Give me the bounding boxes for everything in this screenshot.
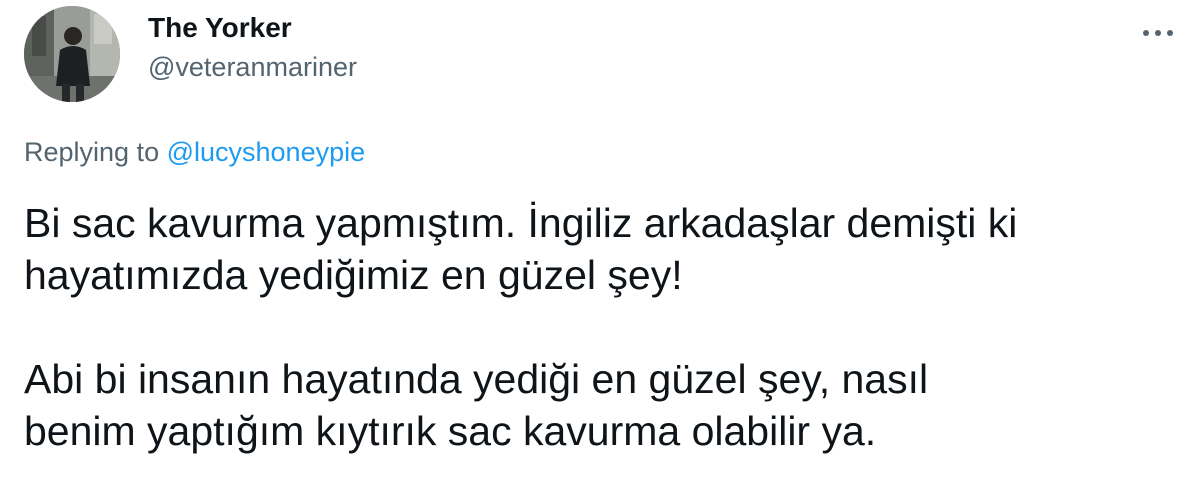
reply-mention-link[interactable]: @lucyshoneypie [167,137,366,167]
tweet: The Yorker @veteranmariner Replying to @… [0,0,1200,485]
tweet-paragraph-1: Bi sac kavurma yapmıştım. İngiliz arkada… [24,197,1174,301]
avatar[interactable] [24,6,120,102]
more-horizontal-icon[interactable] [1138,18,1178,48]
tweet-line: hayatımızda yediğimiz en güzel şey! [24,252,683,298]
profile-photo-icon [24,6,120,102]
tweet-paragraph-2: Abi bi insanın hayatında yediği en güzel… [24,353,1174,457]
author-display-name[interactable]: The Yorker [148,12,292,44]
tweet-line: Bi sac kavurma yapmıştım. İngiliz arkada… [24,200,1018,246]
tweet-text: Bi sac kavurma yapmıştım. İngiliz arkada… [24,197,1174,457]
author-handle[interactable]: @veteranmariner [148,52,357,83]
tweet-line: benim yaptığım kıytırık sac kavurma olab… [24,408,877,454]
tweet-line: Abi bi insanın hayatında yediği en güzel… [24,356,929,402]
replying-to: Replying to @lucyshoneypie [24,137,365,168]
replying-to-prefix: Replying to [24,137,167,167]
